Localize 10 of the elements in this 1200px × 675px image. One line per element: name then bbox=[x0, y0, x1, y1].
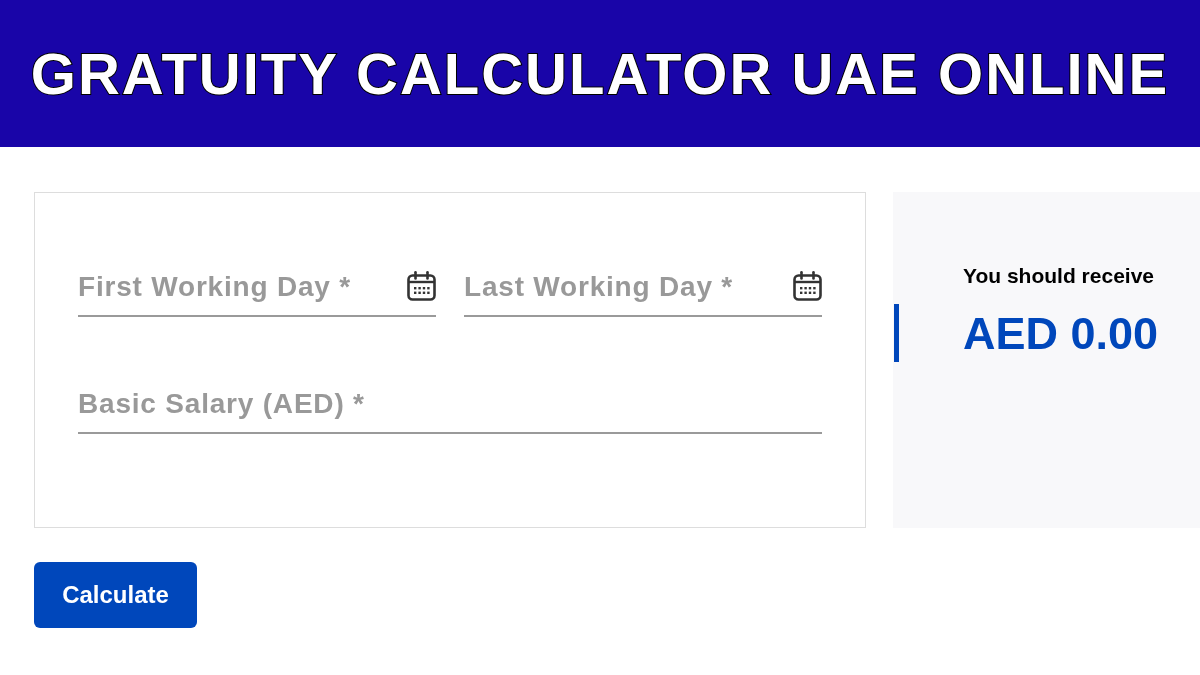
calendar-icon[interactable] bbox=[793, 270, 822, 301]
input-field[interactable]: Basic Salary (AED) * bbox=[78, 385, 822, 422]
page-title: GRATUITY CALCULATOR UAE ONLINE bbox=[30, 40, 1170, 108]
accent-bar bbox=[894, 304, 899, 362]
date-field[interactable]: Last Working Day * bbox=[464, 268, 785, 305]
date-field[interactable]: First Working Day * bbox=[78, 268, 399, 305]
result-label: You should receive bbox=[963, 265, 1155, 286]
calendar-icon[interactable] bbox=[407, 270, 436, 301]
calculate-button[interactable]: Calculate bbox=[34, 562, 197, 628]
result-amount: AED 0.00 bbox=[963, 310, 1159, 356]
